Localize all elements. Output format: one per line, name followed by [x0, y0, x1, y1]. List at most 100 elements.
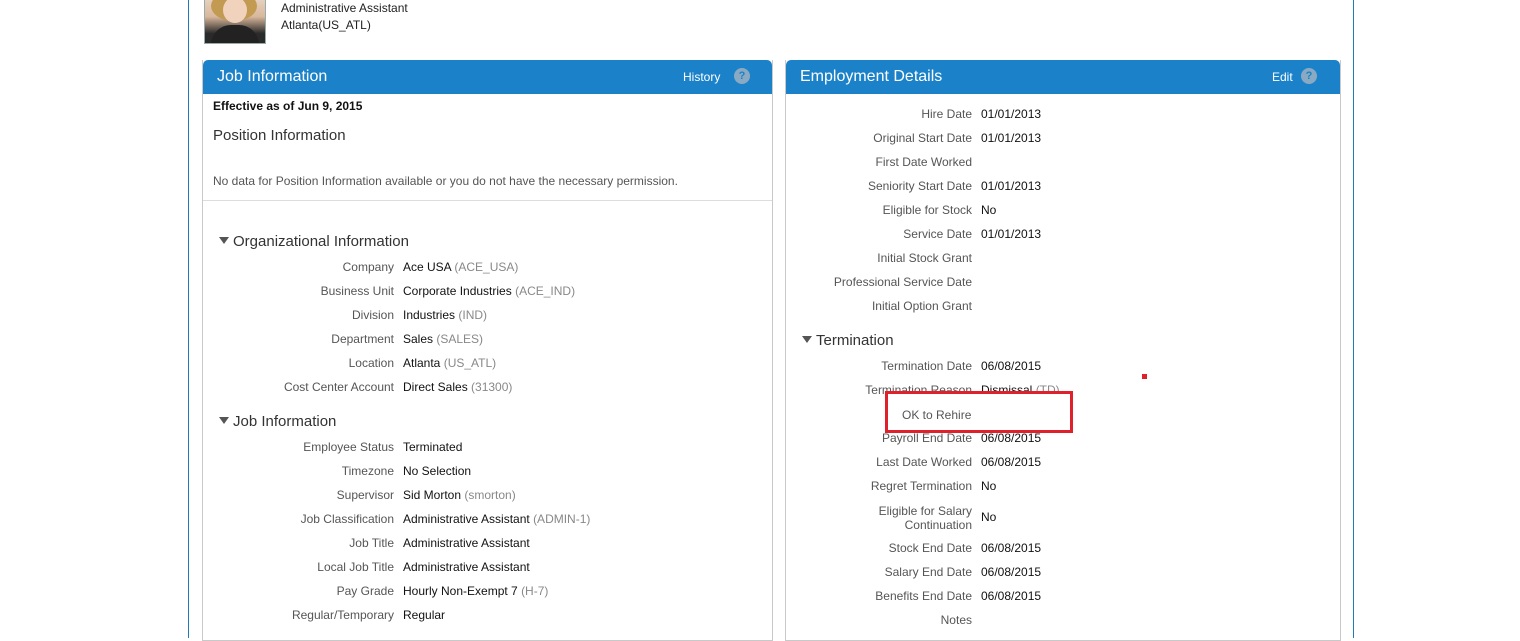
field-value: Administrative Assistant (ADMIN-1)	[403, 512, 591, 526]
job-row: Supervisor Sid Morton (smorton)	[203, 488, 772, 504]
detail-row: Initial Stock Grant	[786, 251, 1340, 267]
divider	[203, 200, 772, 201]
detail-row: First Date Worked	[786, 155, 1340, 171]
org-info-heading: Organizational Information	[233, 233, 409, 250]
detail-row: Original Start Date 01/01/2013	[786, 131, 1340, 147]
employee-job-title: Administrative Assistant	[281, 1, 408, 15]
termination-row: Eligible for Salary Continuation No	[786, 504, 1340, 532]
field-value: Sid Morton (smorton)	[403, 488, 516, 502]
org-row: Department Sales (SALES)	[203, 332, 772, 348]
termination-row: Payroll End Date 06/08/2015	[786, 431, 1340, 447]
job-row: Job Classification Administrative Assista…	[203, 512, 772, 528]
field-value: No	[981, 510, 997, 524]
field-value: Administrative Assistant	[403, 560, 530, 574]
collapse-triangle-icon	[219, 237, 229, 244]
org-row: Company Ace USA (ACE_USA)	[203, 260, 772, 276]
job-row: Job Title Administrative Assistant	[203, 536, 772, 552]
position-information-heading: Position Information	[213, 127, 346, 144]
field-label: Job Classification	[300, 512, 394, 526]
field-label: Initial Stock Grant	[877, 251, 972, 265]
field-label: Regular/Temporary	[291, 608, 394, 622]
org-row: Business Unit Corporate Industries (ACE_I…	[203, 284, 772, 300]
org-row: Location Atlanta (US_ATL)	[203, 356, 772, 372]
detail-row: Seniority Start Date 01/01/2013	[786, 179, 1340, 195]
termination-row: Termination Date 06/08/2015	[786, 359, 1340, 375]
detail-row: Hire Date 01/01/2013	[786, 107, 1340, 123]
ok-to-rehire-highlight[interactable]: OK to Rehire	[885, 391, 1073, 433]
employment-details-panel: Employment Details Edit ? Hire Date 01/01…	[785, 60, 1341, 641]
field-label: Supervisor	[336, 488, 394, 502]
field-value: 01/01/2013	[981, 107, 1042, 121]
field-value: Terminated	[403, 440, 463, 454]
help-icon[interactable]: ?	[734, 68, 750, 84]
field-label: Notes	[940, 613, 972, 627]
job-row: Employee Status Terminated	[203, 440, 772, 456]
detail-row: Service Date 01/01/2013	[786, 227, 1340, 243]
field-label: Division	[351, 308, 394, 322]
collapse-triangle-icon	[802, 336, 812, 343]
field-label: Original Start Date	[873, 131, 972, 145]
termination-row: Stock End Date 06/08/2015	[786, 541, 1340, 557]
job-info-toggle[interactable]: Job Information	[219, 413, 336, 430]
field-label: Benefits End Date	[875, 589, 972, 603]
field-label: Business Unit	[320, 284, 394, 298]
job-row: Timezone No Selection	[203, 464, 772, 480]
field-value: Industries (IND)	[403, 308, 488, 322]
field-label: Pay Grade	[336, 584, 394, 598]
job-info-heading: Job Information	[233, 413, 337, 430]
panel-title: Employment Details	[800, 68, 943, 85]
termination-row: Regret Termination No	[786, 479, 1340, 495]
effective-date: Effective as of Jun 9, 2015	[213, 99, 363, 113]
job-row: Local Job Title Administrative Assistant	[203, 560, 772, 576]
termination-row: Notes	[786, 613, 1340, 629]
field-value: No	[981, 203, 997, 217]
field-value: Regular	[403, 608, 446, 622]
field-label: Last Date Worked	[876, 455, 972, 469]
termination-toggle[interactable]: Termination	[802, 332, 894, 349]
field-value: 06/08/2015	[981, 431, 1042, 445]
cursor-marker	[1142, 374, 1147, 379]
field-value: Sales (SALES)	[403, 332, 484, 346]
field-label: Local Job Title	[317, 560, 394, 574]
detail-row: Eligible for Stock No	[786, 203, 1340, 219]
field-label: Initial Option Grant	[871, 299, 972, 313]
field-value: 06/08/2015	[981, 565, 1042, 579]
employee-location: Atlanta(US_ATL)	[281, 18, 371, 32]
org-row: Division Industries (IND)	[203, 308, 772, 324]
termination-heading: Termination	[816, 332, 894, 349]
employee-avatar	[204, 0, 266, 44]
job-row: Pay Grade Hourly Non-Exempt 7 (H-7)	[203, 584, 772, 600]
field-value: 06/08/2015	[981, 455, 1042, 469]
field-label: Stock End Date	[888, 541, 972, 555]
org-info-toggle[interactable]: Organizational Information	[219, 233, 409, 250]
ok-to-rehire-label: OK to Rehire	[902, 408, 972, 422]
field-label: First Date Worked	[875, 155, 972, 169]
field-label: Professional Service Date	[833, 275, 972, 289]
collapse-triangle-icon	[219, 417, 229, 424]
field-label: Employee Status	[303, 440, 394, 454]
field-label: Hire Date	[921, 107, 972, 121]
field-label: Payroll End Date	[881, 431, 972, 445]
field-value: Corporate Industries (ACE_IND)	[403, 284, 576, 298]
edit-link[interactable]: Edit	[1272, 70, 1293, 84]
field-value: 06/08/2015	[981, 359, 1042, 373]
detail-row: Professional Service Date	[786, 275, 1340, 291]
field-label: Seniority Start Date	[867, 179, 972, 193]
field-label: Job Title	[349, 536, 394, 550]
org-row: Cost Center Account Direct Sales (31300)	[203, 380, 772, 396]
history-link[interactable]: History	[683, 70, 720, 84]
field-value: Hourly Non-Exempt 7 (H-7)	[403, 584, 549, 598]
field-value: Direct Sales (31300)	[403, 380, 513, 394]
field-label: Company	[342, 260, 394, 274]
field-value: Administrative Assistant	[403, 536, 530, 550]
employment-details-header: Employment Details Edit ?	[786, 60, 1340, 94]
field-value: 06/08/2015	[981, 541, 1042, 555]
termination-row: Last Date Worked 06/08/2015	[786, 455, 1340, 471]
field-label: Timezone	[341, 464, 394, 478]
job-information-panel: Job Information History ? Effective as o…	[202, 60, 773, 641]
field-label: Regret Termination	[870, 479, 972, 493]
help-icon[interactable]: ?	[1301, 68, 1317, 84]
field-value: No Selection	[403, 464, 472, 478]
job-information-header: Job Information History ?	[203, 60, 772, 94]
no-data-message: No data for Position Information availab…	[213, 174, 678, 188]
